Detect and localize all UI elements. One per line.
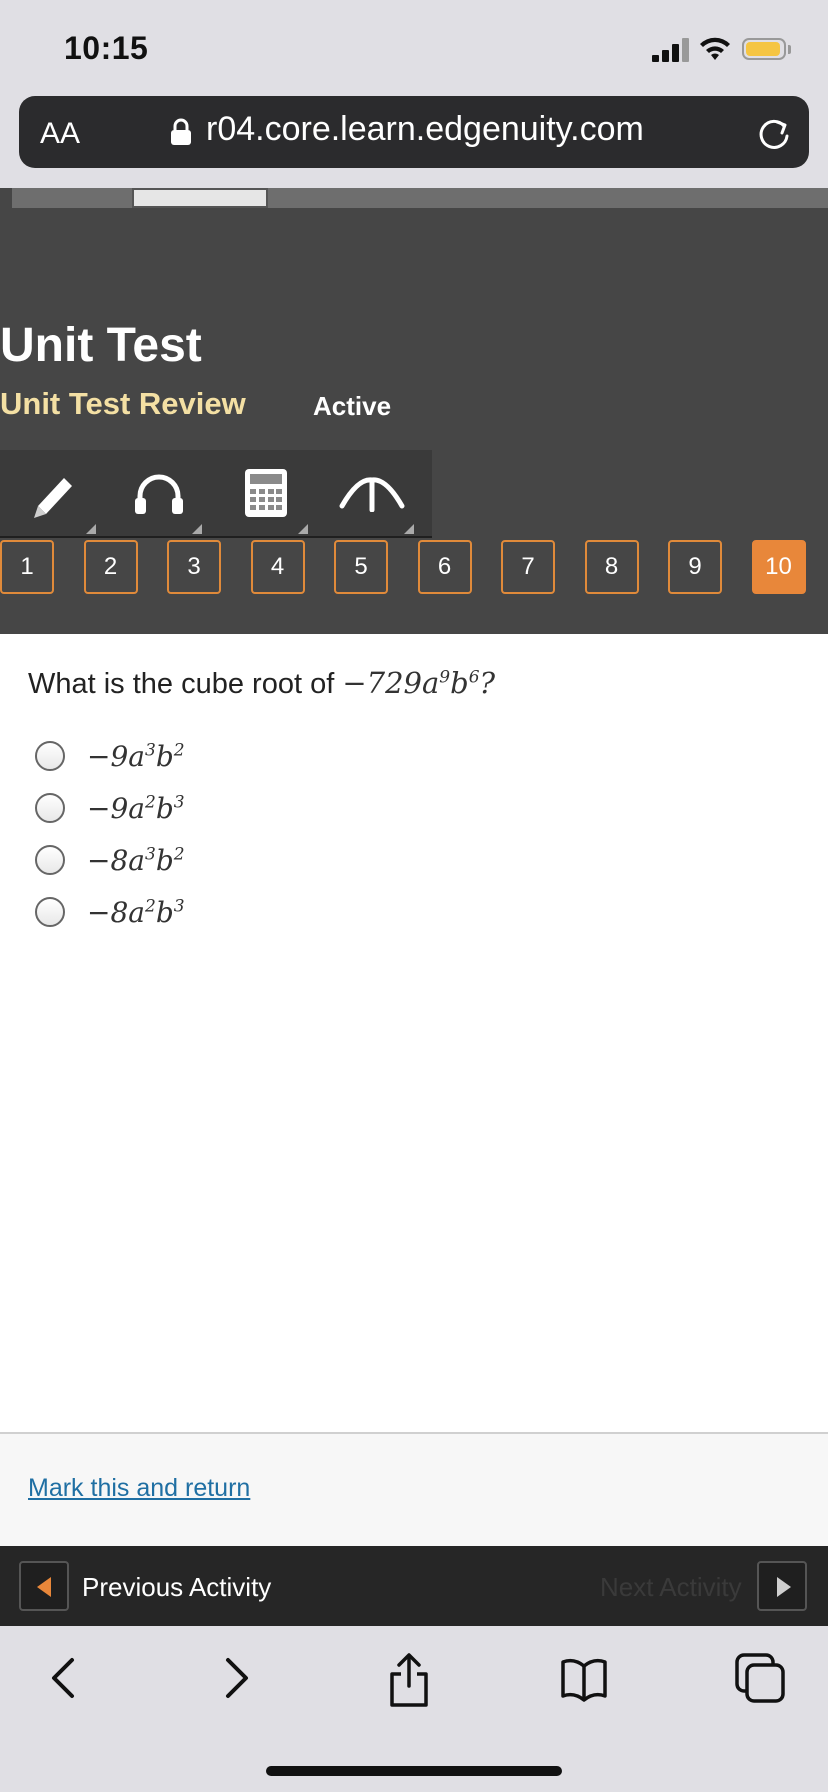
reference-tool-button[interactable] — [318, 450, 418, 536]
question-expression: −729a9b6? — [342, 666, 496, 700]
forward-icon[interactable] — [216, 1652, 256, 1704]
status-label: Active — [313, 391, 392, 421]
home-indicator — [266, 1766, 562, 1776]
arrow-right-icon — [777, 1577, 791, 1597]
question-nav-button[interactable]: 8 — [584, 540, 639, 594]
answer-label: −8a2b3 — [87, 895, 185, 929]
status-time: 10:15 — [64, 30, 149, 66]
answer-label: −9a3b2 — [87, 739, 185, 773]
lock-icon — [171, 118, 191, 145]
pencil-icon — [34, 478, 72, 518]
calculator-tool-button[interactable] — [212, 450, 312, 536]
battery-cap — [788, 45, 791, 54]
tools-toolbar — [0, 450, 432, 538]
signal-icon — [652, 38, 690, 62]
question-nav-button[interactable]: 5 — [334, 540, 388, 594]
radio-button[interactable] — [35, 897, 65, 927]
question-nav-button[interactable]: 6 — [417, 540, 472, 594]
back-icon[interactable] — [44, 1652, 84, 1704]
tabs-icon[interactable] — [734, 1652, 786, 1704]
page-title: Unit Test — [0, 319, 202, 372]
wifi-icon — [700, 37, 730, 60]
question-nav-button[interactable]: 10 — [751, 540, 806, 594]
answer-option[interactable]: −8a3b2 — [35, 840, 185, 880]
pencil-tool-button[interactable] — [0, 450, 100, 536]
question-prompt: What is the cube root of −729a9b6? — [28, 666, 495, 701]
next-activity-label: Next Activity — [600, 1572, 742, 1602]
reload-icon[interactable] — [756, 116, 792, 152]
url-text[interactable]: r04.core.learn.edgenuity.com — [206, 110, 644, 149]
previous-activity-label[interactable]: Previous Activity — [82, 1572, 271, 1603]
answer-option[interactable]: −8a2b3 — [35, 892, 185, 932]
radio-button[interactable] — [35, 741, 65, 771]
answer-option[interactable]: −9a2b3 — [35, 788, 185, 828]
question-nav-button[interactable]: 9 — [668, 540, 722, 594]
question-nav-button[interactable]: 3 — [167, 540, 221, 594]
answer-option[interactable]: −9a3b2 — [35, 736, 185, 776]
radio-button[interactable] — [35, 845, 65, 875]
question-text: What is the cube root of — [28, 668, 335, 700]
headphones-icon — [135, 474, 183, 514]
mark-and-return-link[interactable]: Mark this and return — [28, 1474, 250, 1503]
page-subtitle: Unit Test Review — [0, 386, 246, 421]
arrow-left-icon — [37, 1577, 51, 1597]
reference-icon — [339, 477, 405, 512]
battery-icon — [742, 38, 786, 60]
share-icon[interactable] — [386, 1652, 432, 1708]
question-nav-button[interactable]: 1 — [0, 540, 54, 594]
radio-button[interactable] — [35, 793, 65, 823]
question-nav-button[interactable]: 4 — [250, 540, 305, 594]
bookmarks-icon[interactable] — [560, 1652, 608, 1704]
next-activity-button[interactable] — [757, 1561, 807, 1611]
question-nav-button[interactable]: 2 — [83, 540, 138, 594]
audio-tool-button[interactable] — [106, 450, 206, 536]
tab-strip — [0, 188, 828, 208]
calculator-icon — [245, 469, 287, 517]
text-size-button[interactable]: AA — [40, 117, 80, 151]
previous-activity-button[interactable] — [19, 1561, 69, 1611]
answer-label: −8a3b2 — [87, 843, 185, 877]
question-nav-button[interactable]: 7 — [501, 540, 555, 594]
answer-label: −9a2b3 — [87, 791, 185, 825]
